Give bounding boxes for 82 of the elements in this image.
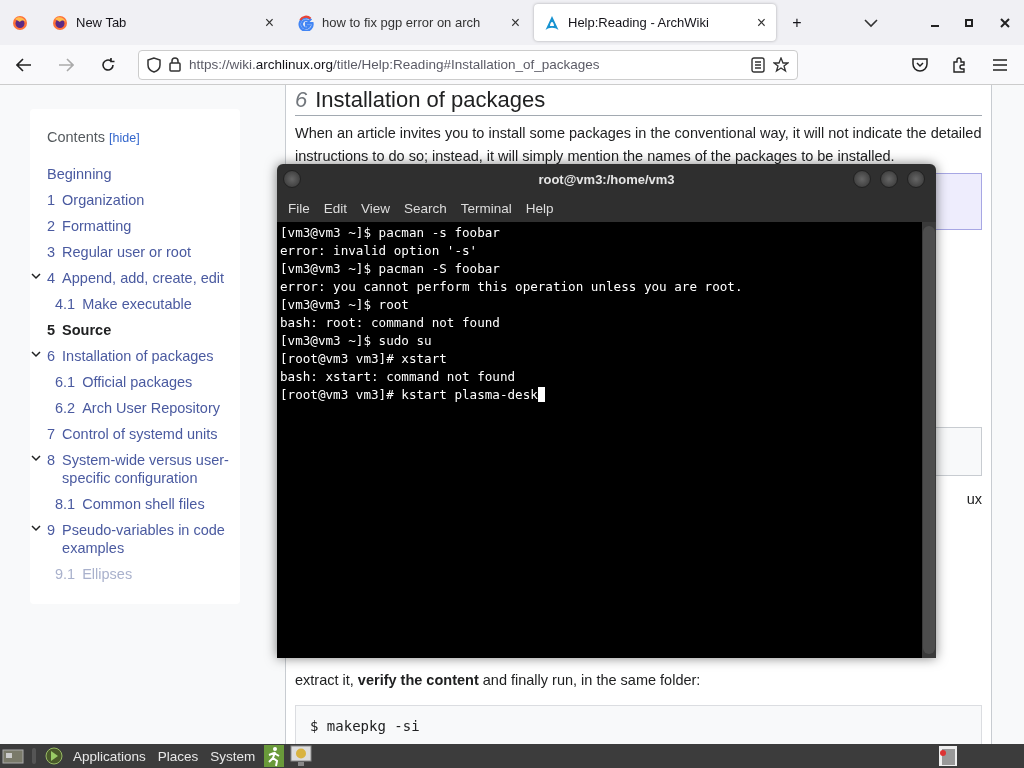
play-icon[interactable]	[44, 746, 64, 766]
close-button[interactable]	[907, 170, 925, 188]
terminal-line: [root@vm3 vm3]# kstart plasma-desk	[280, 386, 919, 404]
close-button[interactable]: ×	[264, 13, 274, 32]
code-block: $ makepkg -si	[295, 705, 982, 745]
menu-item[interactable]: Search	[397, 200, 454, 216]
firefox-icon	[12, 14, 28, 31]
toc-link[interactable]: 9 Pseudo-variables in code examples	[47, 517, 240, 561]
new-tab-button[interactable]: +	[778, 13, 816, 32]
close-button[interactable]: ×	[756, 13, 766, 32]
toc-link[interactable]: 4 Append, add, create, edit	[47, 265, 240, 291]
window-menu-button[interactable]	[283, 170, 301, 188]
browser-tab[interactable]: Help:Reading - ArchWiki ×	[534, 4, 776, 41]
desktop-icon[interactable]	[2, 747, 24, 765]
paragraph: When an article invites you to install some packages in the conventional way, it will not indicate the detailed instructions to do so; instead, it will simply mention the names of the packages to be installed.	[295, 124, 982, 166]
toc-link[interactable]: 8 System-wide versus user-specific configuration	[47, 447, 240, 491]
terminal-line: [vm3@vm3 ~]$ sudo su	[280, 332, 433, 350]
maximize-icon[interactable]	[965, 18, 973, 27]
toc-link[interactable]: 1 Organization	[47, 187, 240, 213]
close-icon[interactable]	[1000, 17, 1010, 28]
terminal-line: bash: xstart: command not found	[280, 368, 517, 386]
maximize-button[interactable]	[880, 170, 898, 188]
chevron-down-icon[interactable]	[864, 17, 878, 28]
lock-icon	[169, 57, 181, 72]
running-figure-icon[interactable]	[264, 745, 285, 767]
toc-link[interactable]: 8.1 Common shell files	[47, 491, 240, 517]
address-bar[interactable]: https://wiki.archlinux.org/title/Help:Reading#Installation_of_packages	[138, 49, 798, 80]
toc-title: Contents	[47, 129, 106, 145]
window-title: root@vm3:/home/vm3	[538, 171, 675, 187]
menu-item[interactable]: System	[207, 748, 259, 764]
chevron-down-icon[interactable]	[31, 525, 41, 532]
shield-icon	[147, 56, 161, 73]
toc-link[interactable]: Beginning	[47, 161, 240, 187]
browser-tab[interactable]: New Tab ×	[42, 4, 284, 41]
chevron-down-icon[interactable]	[31, 351, 41, 358]
text-fragment: ux	[966, 491, 982, 507]
menu-item[interactable]: Terminal	[453, 200, 519, 216]
terminal-line: [vm3@vm3 ~]$ pacman -s foobar	[280, 224, 501, 242]
menu-item[interactable]: Help	[518, 200, 561, 216]
toc-link[interactable]: 4.1 Make executable	[47, 291, 240, 317]
terminal-line: error: you cannot perform this operation unless you are root.	[280, 278, 744, 296]
menu-icon[interactable]	[992, 57, 1008, 72]
star-icon[interactable]	[773, 56, 789, 73]
puzzle-icon[interactable]	[952, 56, 968, 73]
toc-link[interactable]: 5 Source	[47, 317, 240, 343]
paragraph: extract it, verify the content and finally run, in the same folder:	[295, 670, 702, 690]
terminal-line: error: invalid option '-s'	[280, 242, 479, 260]
hide-link[interactable]: [hide]	[109, 131, 140, 145]
chevron-down-icon[interactable]	[31, 455, 41, 462]
back-icon[interactable]	[16, 57, 32, 72]
terminal-line: [vm3@vm3 ~]$ root	[280, 296, 410, 314]
menu-item[interactable]: Edit	[316, 200, 355, 216]
chevron-down-icon[interactable]	[31, 273, 41, 280]
toc-link[interactable]: 2 Formatting	[47, 213, 240, 239]
arch-logo-icon	[544, 14, 560, 31]
menu-item[interactable]: File	[281, 200, 317, 216]
pocket-icon[interactable]	[912, 57, 928, 72]
section-heading: 6 Installation of packages	[295, 87, 982, 116]
minimize-button[interactable]	[853, 170, 871, 188]
google-g-icon	[298, 14, 314, 31]
terminal-line: [root@vm3 vm3]# xstart	[280, 350, 448, 368]
menu-item[interactable]: View	[354, 200, 398, 216]
reload-icon[interactable]	[100, 56, 116, 73]
menu-item[interactable]: Places	[154, 748, 202, 764]
browser-tab[interactable]: how to fix pgp error on arch ×	[288, 4, 530, 41]
toc-link[interactable]: 6 Installation of packages	[47, 343, 240, 369]
scrollbar[interactable]	[922, 222, 936, 658]
monitor-icon[interactable]	[290, 745, 313, 767]
handle-icon	[30, 746, 38, 766]
menu-item[interactable]: Applications	[70, 748, 149, 764]
firefox-icon	[52, 14, 68, 31]
reader-view-icon[interactable]	[751, 56, 765, 73]
clipboard-icon[interactable]	[938, 745, 958, 767]
toc-link[interactable]: 6.2 Arch User Repository	[47, 395, 240, 421]
url-text: https://wiki.archlinux.org/title/Help:Reading#Installation_of_packages	[189, 57, 601, 72]
terminal-line: [vm3@vm3 ~]$ pacman -S foobar	[280, 260, 501, 278]
close-button[interactable]: ×	[510, 13, 520, 32]
text-cursor	[537, 387, 545, 402]
terminal-line: bash: root: command not found	[280, 314, 501, 332]
toc-link[interactable]: 3 Regular user or root	[47, 239, 240, 265]
toc-link[interactable]: 6.1 Official packages	[47, 369, 240, 395]
toc-link[interactable]: 7 Control of systemd units	[47, 421, 240, 447]
